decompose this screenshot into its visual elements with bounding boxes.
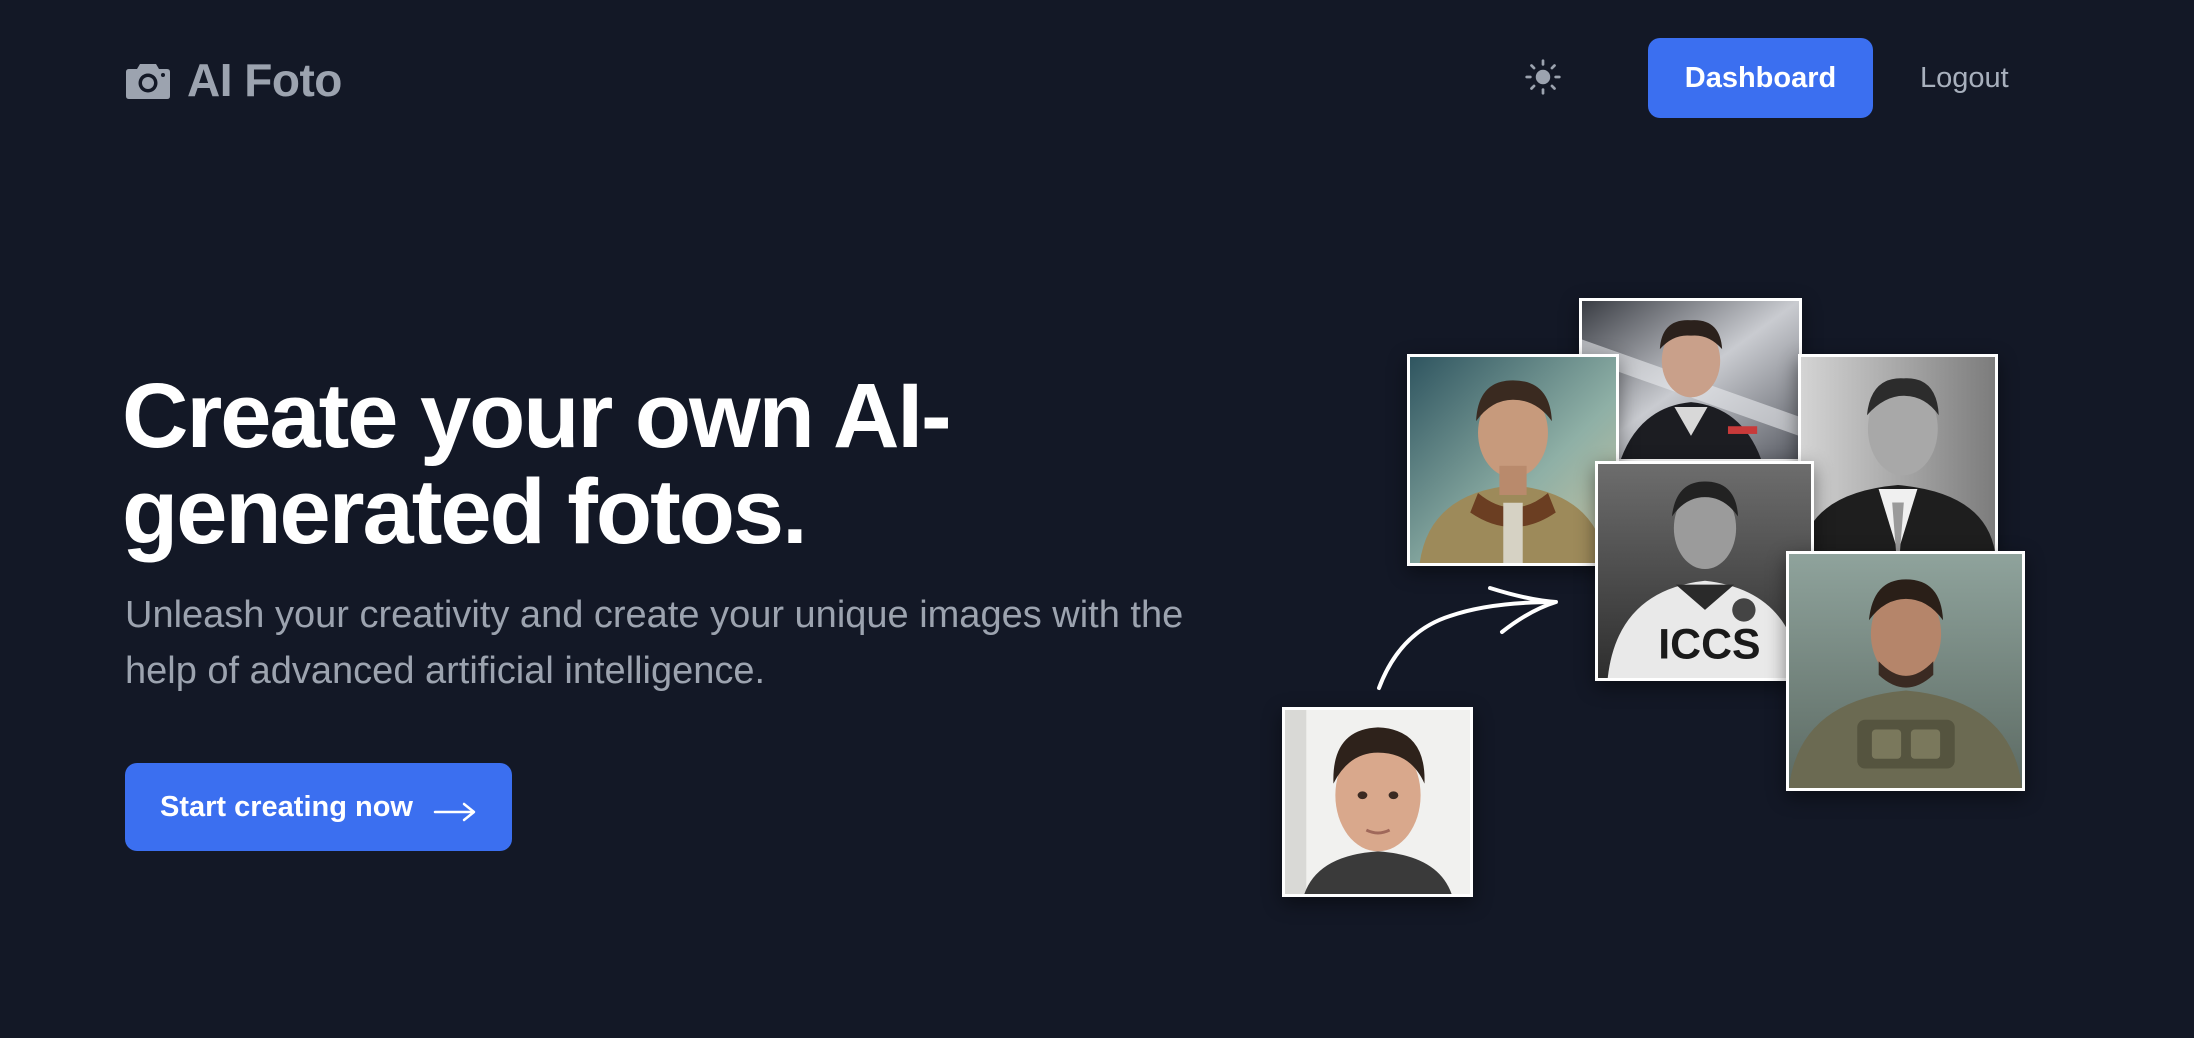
svg-text:ICCS: ICCS [1658, 621, 1760, 669]
logout-link[interactable]: Logout [1920, 56, 2009, 100]
brand-logo[interactable]: AI Foto [125, 52, 342, 108]
start-creating-button[interactable]: Start creating now [125, 763, 512, 851]
hero-title: Create your own AI-generated fotos. [122, 365, 952, 563]
photo-bomber-jacket [1407, 354, 1619, 566]
photo-soccer-jersey: ICCS [1595, 461, 1814, 681]
photo-source-selfie [1282, 707, 1473, 897]
sun-icon [1524, 58, 1562, 101]
cta-label: Start creating now [160, 790, 413, 823]
arrow-right-icon [433, 797, 477, 822]
hero-subtitle: Unleash your creativity and create your … [125, 594, 1184, 692]
dashboard-button[interactable]: Dashboard [1648, 38, 1873, 118]
site-header: AI Foto Dashboard Logout [0, 0, 2194, 160]
curved-arrow-icon [1370, 580, 1570, 695]
theme-toggle-button[interactable] [1522, 58, 1564, 100]
camera-icon [125, 60, 171, 100]
photo-soldier [1786, 551, 2025, 791]
brand-name: AI Foto [187, 54, 342, 106]
photo-business-suit [1798, 354, 1998, 555]
